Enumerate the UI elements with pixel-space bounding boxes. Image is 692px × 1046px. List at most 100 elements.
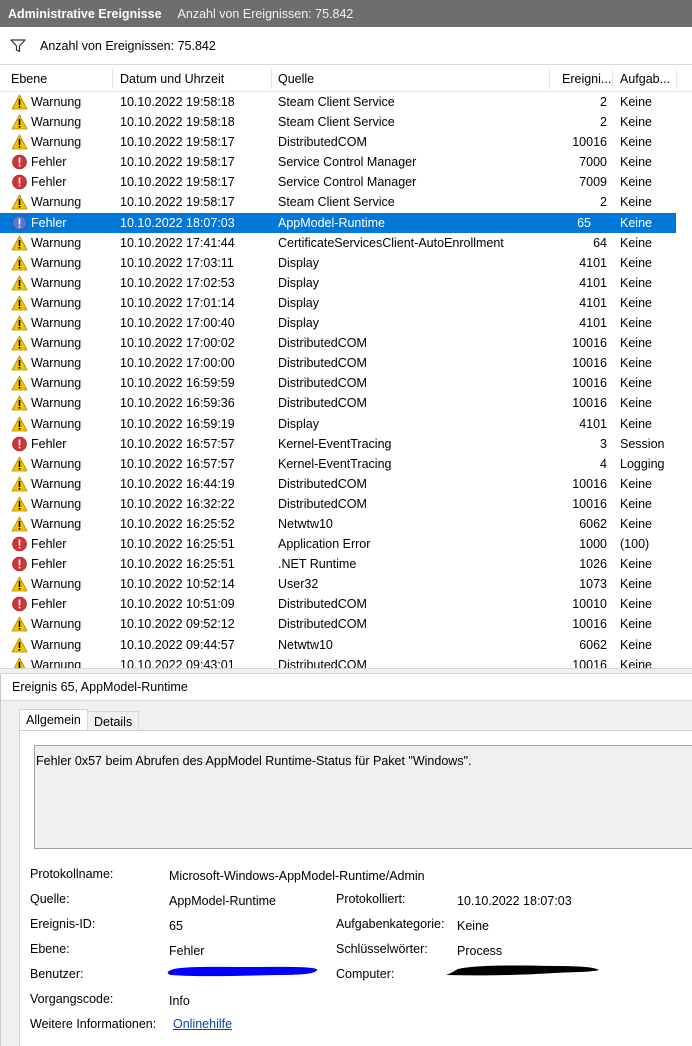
event-task: Keine [620,115,652,130]
warning-icon [11,416,28,432]
column-separator[interactable] [271,69,272,89]
event-row[interactable]: Warnung 10.10.2022 17:03:11 Display 4101 Kei… [0,253,692,273]
event-row[interactable]: Warnung 10.10.2022 10:52:14 User32 1073 Kein… [0,574,692,594]
filter-icon[interactable] [10,38,26,53]
label-logged: Protokolliert: [336,892,406,906]
column-separator[interactable] [612,69,613,89]
event-date: 10.10.2022 19:58:17 [120,175,235,190]
event-row[interactable]: Fehler 10.10.2022 10:51:09 DistributedCOM 1… [0,594,692,614]
event-task: Keine [620,617,652,632]
event-id: 10010 [572,597,607,612]
event-id: 10016 [572,476,607,491]
event-message[interactable]: Fehler 0x57 beim Abrufen des AppModel Ru… [34,745,692,849]
event-row[interactable]: Warnung 10.10.2022 16:59:19 Display 4101 Kei… [0,414,692,434]
event-row[interactable]: Fehler 10.10.2022 19:58:17 Service Control… [0,152,692,172]
event-level: Warnung [31,195,82,210]
event-date: 10.10.2022 16:25:51 [120,537,235,552]
warning-icon [11,335,28,351]
event-id: 10016 [572,356,607,371]
event-row[interactable]: Fehler 10.10.2022 19:58:17 Service Control… [0,172,692,192]
label-computer: Computer: [336,967,395,981]
event-row[interactable]: Warnung 10.10.2022 09:52:12 DistributedCOM… [0,614,692,634]
event-row[interactable]: Warnung 10.10.2022 19:58:18 Steam Client S… [0,92,692,112]
grid-header: Ebene Datum und Uhrzeit Quelle Ereigni..… [0,66,692,92]
event-source: DistributedCOM [278,135,367,150]
event-row[interactable]: Warnung 10.10.2022 17:01:14 Display 4101 Kei… [0,293,692,313]
warning-icon [11,496,28,512]
event-task: Keine [620,95,652,109]
event-row[interactable]: Warnung 10.10.2022 17:00:02 DistributedCOM… [0,333,692,353]
column-header-level[interactable]: Ebene [11,72,47,86]
column-header-date[interactable]: Datum und Uhrzeit [120,72,224,86]
event-grid: Ebene Datum und Uhrzeit Quelle Ereigni..… [0,66,692,668]
value-keywords: Process [457,944,503,958]
event-row[interactable]: Warnung 10.10.2022 16:59:59 DistributedCOM… [0,373,692,393]
event-date: 10.10.2022 17:00:02 [120,336,235,351]
event-row[interactable]: Fehler 10.10.2022 16:25:51 Application Err… [0,534,692,554]
tab-details[interactable]: Details [87,711,140,731]
event-date: 10.10.2022 19:58:18 [120,115,235,130]
event-level: Warnung [31,115,82,130]
event-task: Keine [620,577,652,592]
event-source: User32 [278,577,319,592]
event-row[interactable]: Fehler 10.10.2022 16:57:57 Kernel-EventTra… [0,434,692,454]
error-icon [11,215,28,231]
event-row[interactable]: Warnung 10.10.2022 16:57:57 Kernel-EventTr… [0,454,692,474]
event-row[interactable]: Fehler 10.10.2022 18:07:03 AppModel-Runtim… [0,212,676,233]
event-source: Kernel-EventTracing [278,436,392,451]
warning-icon [11,476,28,492]
value-log-name: Microsoft-Windows-AppModel-Runtime/Admin [169,869,425,883]
warning-icon [11,194,28,210]
event-row[interactable]: Warnung 10.10.2022 19:58:17 DistributedCOM… [0,132,692,152]
warning-icon [11,295,28,311]
label-event-id: Ereignis-ID: [30,917,96,931]
event-row[interactable]: Warnung 10.10.2022 19:58:17 Steam Client S… [0,192,692,212]
column-separator[interactable] [112,69,113,89]
event-id: 4101 [579,255,607,270]
event-row[interactable]: Warnung 10.10.2022 16:25:52 Netwtw10 6062 Ke… [0,514,692,534]
event-row[interactable]: Warnung 10.10.2022 16:44:19 DistributedCOM… [0,474,692,494]
event-row[interactable]: Warnung 10.10.2022 19:58:18 Steam Client S… [0,112,692,132]
column-header-source[interactable]: Quelle [278,72,314,86]
event-date: 10.10.2022 10:52:14 [120,577,235,592]
column-separator[interactable] [549,69,550,89]
online-help-link[interactable]: Onlinehilfe [173,1017,232,1031]
event-id: 7009 [579,175,607,190]
event-row[interactable]: Warnung 10.10.2022 09:43:01 DistributedCOM… [0,655,692,668]
event-level: Fehler [31,155,67,170]
event-task: Keine [620,275,652,290]
event-row[interactable]: Warnung 10.10.2022 17:00:40 Display 4101 Kei… [0,313,692,333]
column-header-task[interactable]: Aufgab... [620,72,670,86]
label-more-info: Weitere Informationen: [30,1017,157,1031]
event-task: Keine [620,215,652,230]
event-source: CertificateServicesClient-AutoEnrollment [278,235,504,250]
event-source: Steam Client Service [278,115,395,130]
event-source: DistributedCOM [278,597,367,612]
tab-allgemein[interactable]: Allgemein [19,709,88,732]
event-level: Warnung [31,275,82,290]
window-title: Administrative Ereignisse [8,6,162,21]
event-row[interactable]: Warnung 10.10.2022 16:32:22 DistributedCOM… [0,494,692,514]
event-source: Display [278,416,319,431]
column-separator[interactable] [676,69,677,89]
event-id: 2 [600,95,607,109]
event-level: Fehler [31,537,67,552]
column-header-event-id[interactable]: Ereigni... [562,72,611,86]
event-rows: Warnung 10.10.2022 19:58:18 Steam Client S… [0,92,692,668]
event-task: Keine [620,597,652,612]
event-row[interactable]: Warnung 10.10.2022 16:59:36 DistributedCOM… [0,393,692,413]
event-level: Warnung [31,657,82,668]
event-task: Keine [620,557,652,572]
event-source: Display [278,295,319,310]
label-log-name: Protokollname: [30,867,114,881]
event-task: Session [620,436,665,451]
label-level: Ebene: [30,942,70,956]
event-row[interactable]: Warnung 10.10.2022 09:44:57 Netwtw10 6062 Ke… [0,635,692,655]
warning-icon [11,576,28,592]
label-user: Benutzer: [30,967,84,981]
event-row[interactable]: Fehler 10.10.2022 16:25:51 .NET Runtime 102… [0,554,692,574]
event-row[interactable]: Warnung 10.10.2022 17:02:53 Display 4101 Kei… [0,273,692,293]
event-row[interactable]: Warnung 10.10.2022 17:41:44 CertificateSer… [0,233,692,253]
event-date: 10.10.2022 09:43:01 [120,657,235,668]
event-row[interactable]: Warnung 10.10.2022 17:00:00 DistributedCOM… [0,353,692,373]
